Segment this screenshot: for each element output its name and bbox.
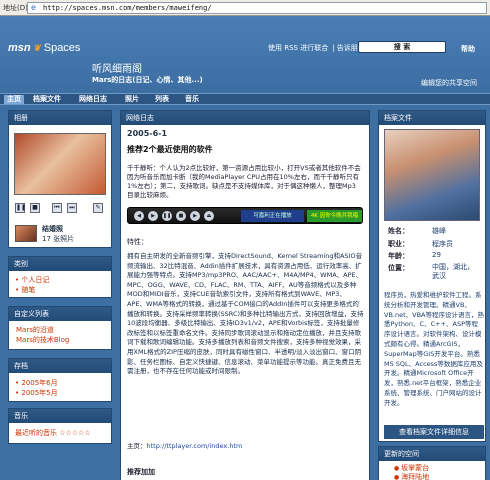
profile-location-key: 位置： bbox=[388, 264, 409, 272]
features-text: 拥有自主研发的全新音频引擎，支持DirectSound、Kernel Strea… bbox=[127, 252, 364, 376]
custom-list-title: 自定义列表 bbox=[9, 307, 111, 321]
profile-job-value: 程序员 bbox=[432, 240, 453, 248]
album-name[interactable]: 结婚照 bbox=[42, 224, 63, 234]
tab-blog[interactable]: 网络日志 bbox=[76, 95, 110, 104]
profile-job-key: 职业： bbox=[388, 240, 409, 248]
category-item[interactable]: 个人日记 bbox=[15, 275, 49, 285]
address-bar: 地址(D) e http://spaces.msn.com/members/ma… bbox=[0, 0, 490, 16]
recommend-heading: 推荐加加 bbox=[127, 468, 155, 476]
categories-panel: 类别 个人日记 随笔 bbox=[8, 256, 112, 298]
next-icon[interactable]: ⏭ bbox=[67, 203, 77, 213]
home-line: 主页：http://ttplayer.com/index.htm bbox=[127, 440, 242, 450]
ttplayer-screenshot: ◀ ▶ ❚❚ ■ ▶ ⏏ 可嘉利正在播放 4K 因你今晚共我唱 bbox=[127, 207, 363, 224]
address-input[interactable]: e http://spaces.msn.com/members/maweifen… bbox=[27, 2, 487, 14]
category-item[interactable]: 随笔 bbox=[15, 285, 49, 295]
archive-panel: 存档 2005年6月 2005年5月 bbox=[8, 358, 112, 402]
help-link[interactable]: 帮助 bbox=[461, 44, 475, 54]
profile-bio: 程序员，热爱和维护软件工程。系统分析和开发管理。精通VB、VB.net、VBA等… bbox=[384, 291, 484, 407]
profile-name-value: 雄峰 bbox=[432, 227, 446, 235]
archive-item[interactable]: 2005年5月 bbox=[15, 388, 57, 398]
profile-age-value: 29 bbox=[432, 251, 441, 259]
blog-panel-title: 网络日志 bbox=[121, 111, 369, 125]
tab-photos[interactable]: 照片 bbox=[122, 95, 142, 104]
home-url-link[interactable]: http://ttplayer.com/index.htm bbox=[147, 442, 243, 450]
archive-title: 存档 bbox=[9, 359, 111, 373]
profile-name-key: 姓名： bbox=[388, 227, 409, 235]
archive-item[interactable]: 2005年6月 bbox=[15, 378, 57, 388]
album-thumbnail[interactable] bbox=[15, 225, 37, 242]
butterfly-icon: ❦ bbox=[30, 43, 41, 53]
music-item[interactable]: 最近听的音乐 ☆☆☆☆☆ bbox=[15, 428, 91, 438]
edit-space-link[interactable]: 编辑您的共享空间 bbox=[421, 78, 477, 88]
blog-title: 听风细雨阁 bbox=[92, 64, 142, 75]
custom-list-item[interactable]: Mars的技术Blog bbox=[16, 335, 69, 345]
custom-list-panel: 自定义列表 Mars的沿道 Mars的技术Blog bbox=[8, 306, 112, 350]
categories-list: 个人日记 随笔 bbox=[15, 275, 49, 295]
msn-spaces-logo[interactable]: msn ❦ Spaces bbox=[8, 42, 80, 54]
edit-icon[interactable]: ✎ bbox=[93, 203, 103, 213]
profile-location-value: 中国，湖北，武汉 bbox=[432, 263, 474, 280]
player-prev-icon: ◀ bbox=[134, 211, 144, 221]
features-label: 特性： bbox=[127, 238, 148, 246]
player-pause-icon: ❚❚ bbox=[162, 211, 172, 221]
custom-list: Mars的沿道 Mars的技术Blog bbox=[16, 325, 69, 345]
previous-icon[interactable]: ⏮ bbox=[52, 203, 62, 213]
tab-lists[interactable]: 列表 bbox=[152, 95, 172, 104]
player-lcd-song: 4K 因你今晚共我唱 bbox=[307, 210, 362, 222]
home-label: 主页： bbox=[127, 442, 147, 450]
categories-title: 类别 bbox=[9, 257, 111, 271]
contact-link[interactable]: 海拜陆地 bbox=[394, 472, 429, 480]
logo-msn: msn bbox=[8, 42, 31, 54]
profile-photo[interactable] bbox=[384, 129, 480, 221]
stop-icon[interactable]: ■ bbox=[30, 203, 40, 213]
page: { "browser": { "address_label": "地址(D)",… bbox=[0, 0, 490, 480]
player-stop-icon: ■ bbox=[176, 211, 186, 221]
slideshow-photo[interactable] bbox=[14, 133, 106, 195]
pause-icon[interactable]: ❚❚ bbox=[15, 203, 26, 213]
album-photo-count: 17 张照片 bbox=[42, 235, 75, 243]
main-nav: 主页 档案文件 网络日志 照片 列表 音乐 bbox=[0, 93, 490, 105]
updates-title: 更新的空间 bbox=[379, 447, 485, 461]
photo-panel-title: 相册 bbox=[9, 111, 111, 125]
music-title: 音乐 bbox=[9, 409, 111, 423]
archive-list: 2005年6月 2005年5月 bbox=[15, 378, 57, 398]
player-eject-icon: ⏏ bbox=[204, 211, 214, 221]
search-button[interactable]: 搜 索 bbox=[358, 41, 446, 53]
player-play-icon: ▶ bbox=[148, 211, 158, 221]
address-url: http://spaces.msn.com/members/maweifeng/ bbox=[43, 4, 212, 12]
music-panel: 音乐 最近听的音乐 ☆☆☆☆☆ bbox=[8, 408, 112, 444]
profile-title: 档案文件 bbox=[379, 111, 485, 125]
logo-spaces: Spaces bbox=[43, 42, 81, 54]
tab-music[interactable]: 音乐 bbox=[182, 95, 202, 104]
ie-page-icon: e bbox=[31, 3, 36, 12]
post-intro: 千千静听：个人认为2点比较好，第一资源占用比较小，打开VS或者其他软件不会因为听… bbox=[127, 164, 361, 199]
player-lcd-status: 可嘉利正在播放 bbox=[241, 210, 304, 222]
tab-home[interactable]: 主页 bbox=[4, 95, 24, 104]
post-date: 2005-6-1 bbox=[127, 129, 168, 138]
player-next-icon: ▶ bbox=[190, 211, 200, 221]
spaces-header bbox=[0, 16, 490, 92]
profile-age-key: 年龄： bbox=[388, 252, 409, 260]
address-label: 地址(D) bbox=[3, 4, 28, 12]
blog-subtitle: Mars的日志(日记、心情、其他...) bbox=[92, 76, 203, 84]
rss-link[interactable]: 使用 RSS 进行联合 bbox=[268, 44, 328, 52]
header-links: 使用 RSS 进行联合 | 告诉朋友 bbox=[268, 44, 365, 52]
full-profile-link[interactable]: 查看档案文件详细信息 bbox=[384, 425, 484, 439]
tab-profile[interactable]: 档案文件 bbox=[30, 95, 64, 104]
post-title[interactable]: 推荐2个最近使用的软件 bbox=[127, 144, 213, 155]
custom-list-item[interactable]: Mars的沿道 bbox=[16, 325, 69, 335]
